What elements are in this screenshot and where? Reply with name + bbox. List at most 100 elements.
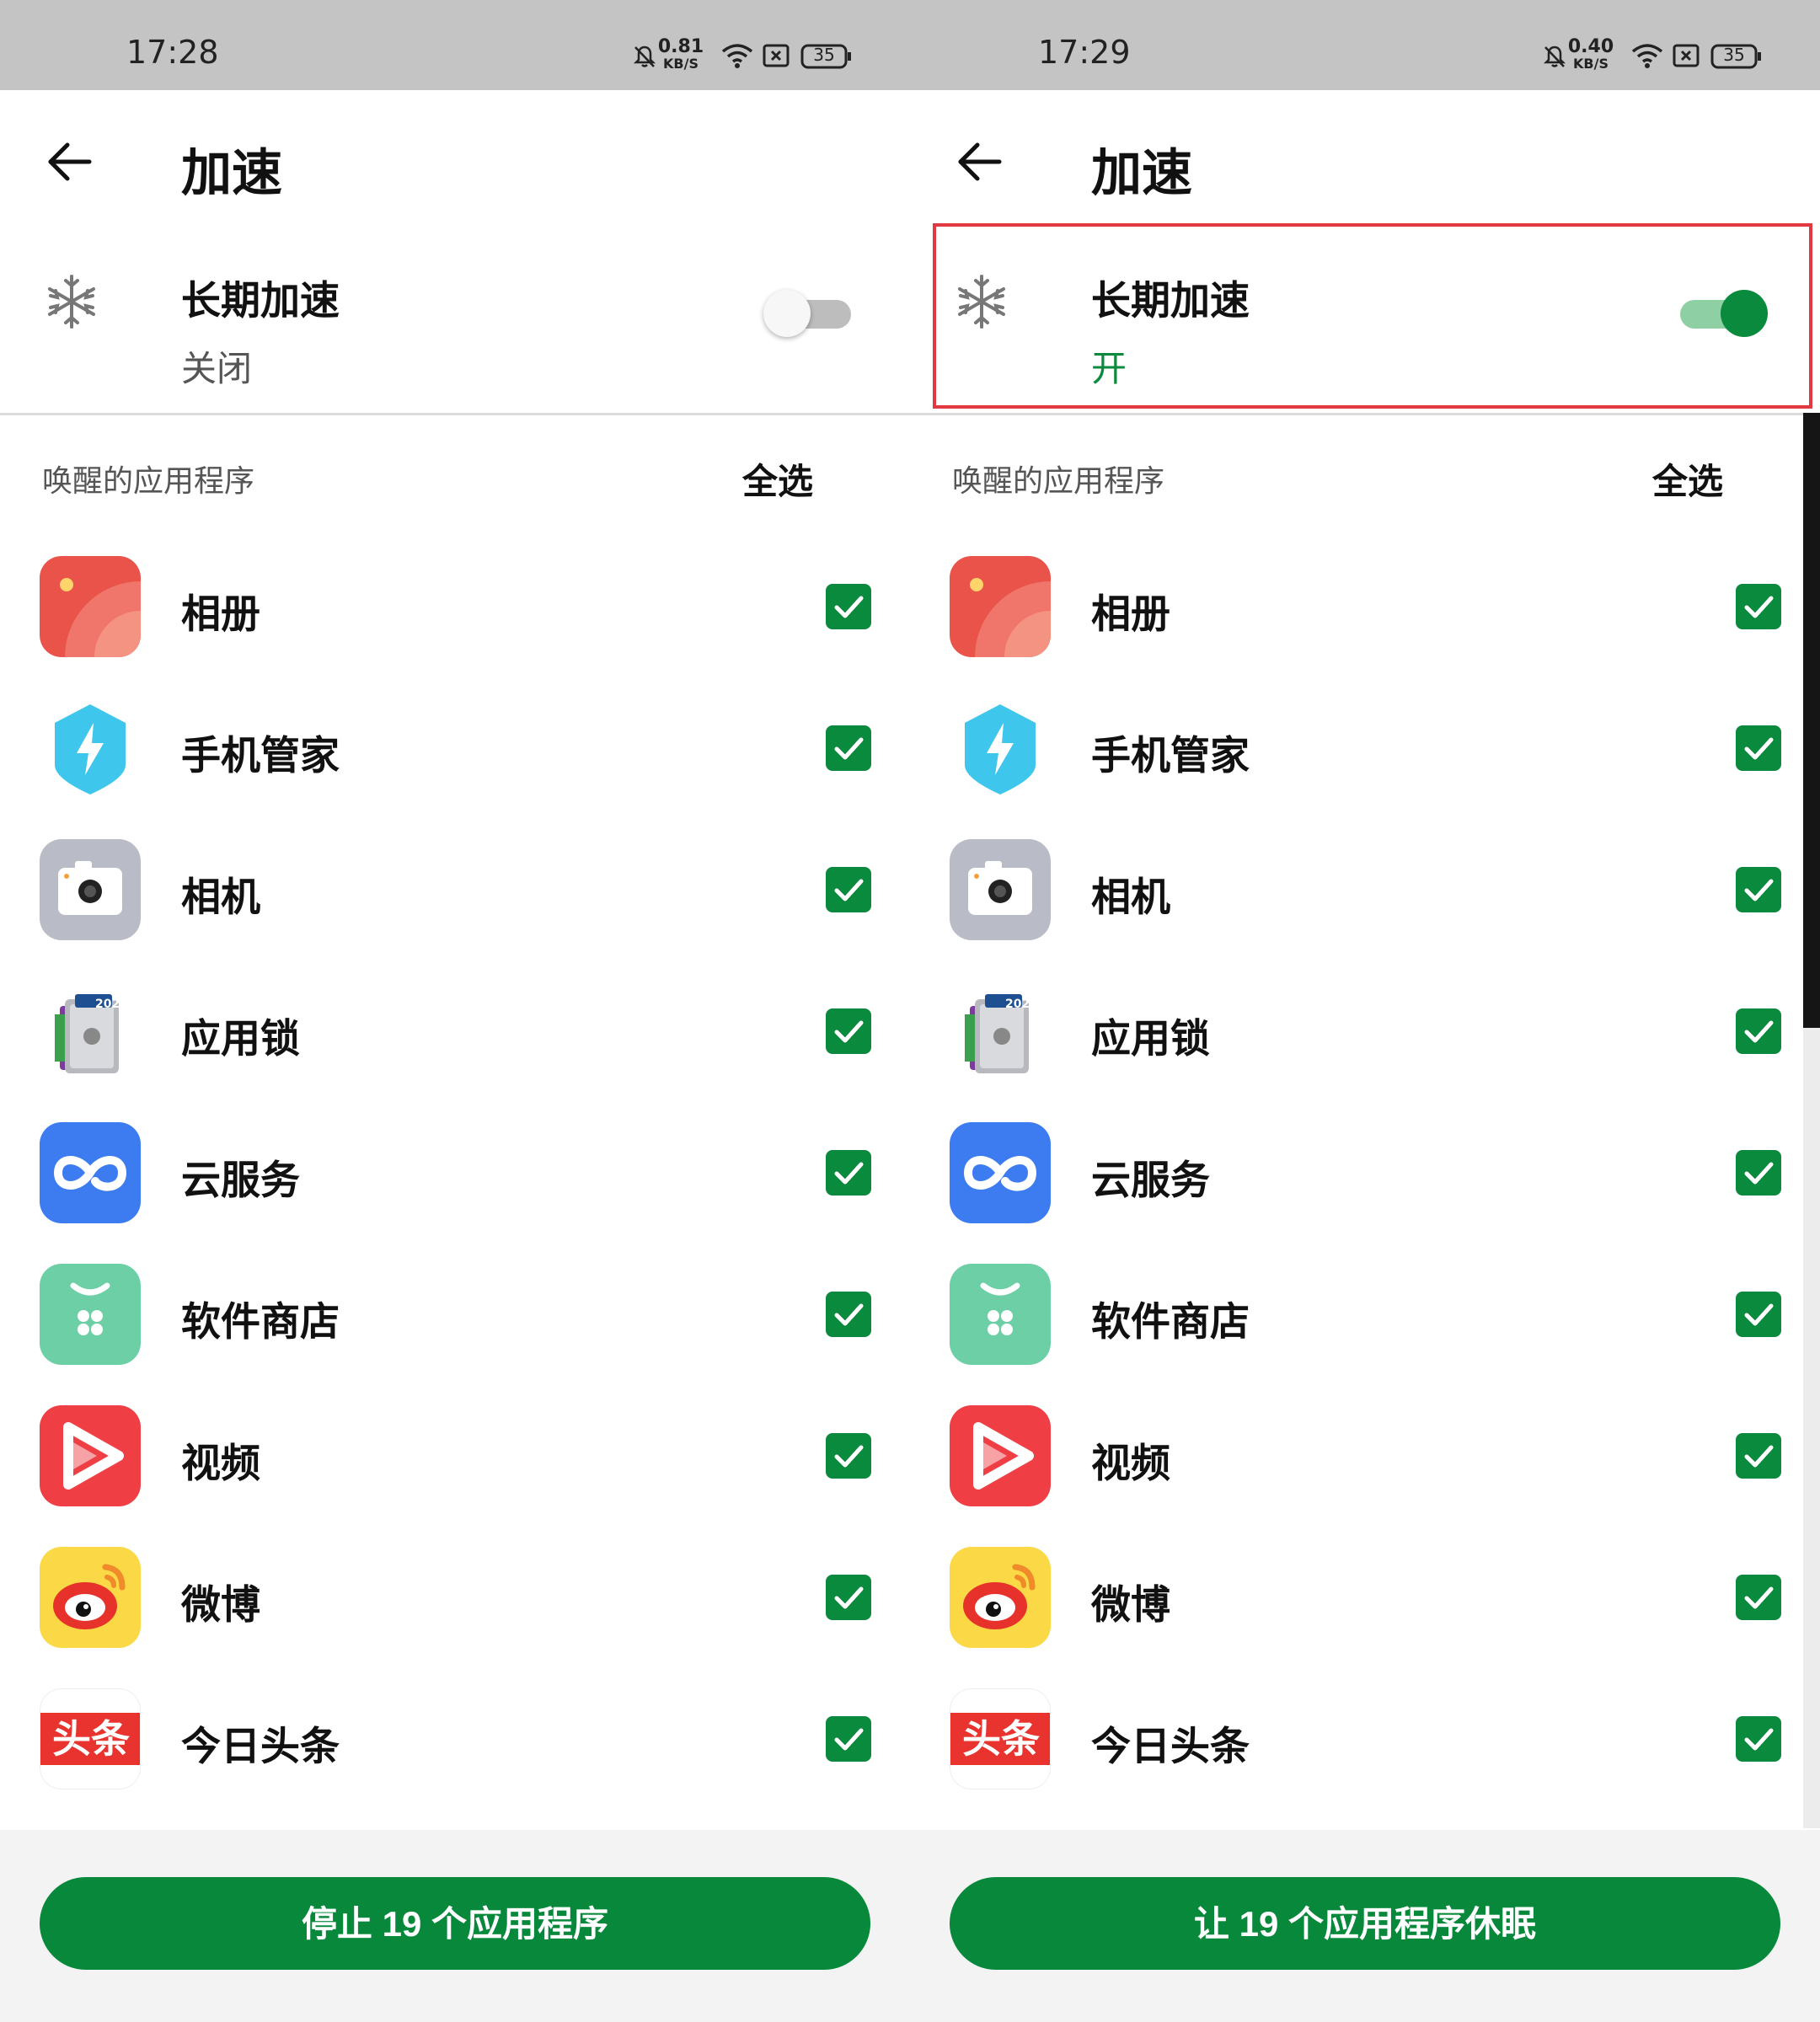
highlight-box [933,223,1812,409]
gallery-icon [40,556,141,657]
network-speed: 0.81 KB/S [657,36,704,72]
scrollbar[interactable] [1803,413,1820,1828]
checkbox-checked-icon[interactable] [826,1008,871,1054]
checkbox-checked-icon[interactable] [1736,584,1781,629]
snowflake-icon [48,275,95,329]
mute-bell-icon [1543,45,1566,67]
checkbox-checked-icon[interactable] [826,1433,871,1479]
select-all-button[interactable]: 全选 [742,453,813,505]
toutiao-icon: 头条 [40,1688,141,1789]
list-item[interactable]: 云服务 [0,1122,910,1264]
screen-after: 17:29 0.40 KB/S 35 加速 长期加速 开 唤醒的应用程序 全选 … [910,0,1820,2022]
camera-icon [40,839,141,940]
weibo-icon [40,1547,141,1648]
video-icon [40,1405,141,1506]
video-icon [950,1405,1051,1506]
phone-manager-icon [950,698,1051,799]
long-term-accel-state: 关闭 [181,348,253,389]
scrollbar-thumb[interactable] [1803,413,1820,1028]
section-label: 唤醒的应用程序 [952,464,1165,499]
divider [910,413,1820,415]
list-item[interactable]: 头条 今日头条 [910,1688,1820,1830]
app-store-icon [40,1264,141,1365]
checkbox-checked-icon[interactable] [1736,1433,1781,1479]
app-name: 微博 [181,1582,260,1629]
checkbox-checked-icon[interactable] [1736,1716,1781,1762]
camera-icon [950,839,1051,940]
checkbox-checked-icon[interactable] [826,1575,871,1620]
list-item[interactable]: 2021 应用锁 [0,981,910,1122]
footer: 停止 19 个应用程序 [0,1830,910,2022]
list-item[interactable]: 微博 [910,1547,1820,1688]
list-item[interactable]: 相册 [0,556,910,698]
app-name: 应用锁 [1091,1016,1210,1062]
app-name: 今日头条 [181,1724,340,1770]
select-all-button[interactable]: 全选 [1652,453,1723,505]
footer: 让 19 个应用程序休眠 [910,1830,1820,2022]
app-name: 云服务 [1091,1158,1210,1204]
checkbox-checked-icon[interactable] [826,1150,871,1196]
long-term-accel-row[interactable]: 长期加速 关闭 [0,226,910,411]
back-arrow-icon[interactable] [44,136,94,187]
mute-bell-icon [633,45,656,67]
list-item[interactable]: 手机管家 [910,698,1820,839]
app-name: 视频 [181,1441,260,1487]
checkbox-checked-icon[interactable] [826,867,871,912]
checkbox-checked-icon[interactable] [1736,1150,1781,1196]
checkbox-checked-icon[interactable] [1736,867,1781,912]
checkbox-checked-icon[interactable] [826,725,871,771]
wifi-icon [1631,44,1663,68]
long-term-accel-switch[interactable] [763,290,851,337]
list-item[interactable]: 微博 [0,1547,910,1688]
app-name: 手机管家 [1091,733,1250,779]
status-time: 17:29 [1038,34,1131,71]
status-bar: 17:28 0.81 KB/S 35 [0,0,910,90]
network-speed: 0.40 KB/S [1567,36,1614,72]
list-item[interactable]: 云服务 [910,1122,1820,1264]
list-item[interactable]: 相机 [0,839,910,981]
app-name: 软件商店 [1091,1299,1250,1345]
checkbox-checked-icon[interactable] [1736,1292,1781,1337]
app-lock-icon [950,981,1051,1082]
app-name: 云服务 [181,1158,300,1204]
app-name: 今日头条 [1091,1724,1250,1770]
checkbox-checked-icon[interactable] [826,584,871,629]
stop-apps-button[interactable]: 停止 19 个应用程序 [40,1877,870,1970]
list-item[interactable]: 软件商店 [0,1264,910,1405]
status-bar: 17:29 0.40 KB/S 35 [910,0,1820,90]
list-item[interactable]: 软件商店 [910,1264,1820,1405]
list-item[interactable]: 手机管家 [0,698,910,839]
toutiao-logo-text: 头条 [40,1713,140,1765]
app-name: 视频 [1091,1441,1170,1487]
hibernate-apps-button[interactable]: 让 19 个应用程序休眠 [950,1877,1780,1970]
back-arrow-icon[interactable] [954,136,1004,187]
checkbox-checked-icon[interactable] [826,1716,871,1762]
app-name: 软件商店 [181,1299,340,1345]
checkbox-checked-icon[interactable] [1736,1575,1781,1620]
screen-before: 17:28 0.81 KB/S 35 加速 长期加速 关闭 唤醒的应用程序 全选… [0,0,910,2022]
long-term-accel-title: 长期加速 [181,278,340,324]
app-lock-badge: 2021 [95,998,128,1011]
app-name: 手机管家 [181,733,340,779]
toutiao-icon: 头条 [950,1688,1051,1789]
checkbox-checked-icon[interactable] [826,1292,871,1337]
list-item[interactable]: 2021 应用锁 [910,981,1820,1122]
list-item[interactable]: 相机 [910,839,1820,981]
list-item[interactable]: 头条 今日头条 [0,1688,910,1830]
list-item[interactable]: 视频 [910,1405,1820,1547]
cloud-service-icon [950,1122,1051,1223]
cloud-service-icon [40,1122,141,1223]
list-item[interactable]: 视频 [0,1405,910,1547]
toutiao-logo-text: 头条 [950,1713,1050,1765]
battery-level: 35 [813,45,835,65]
app-store-icon [950,1264,1051,1365]
awake-apps-header: 唤醒的应用程序 全选 [0,421,910,531]
list-item[interactable]: 相册 [910,556,1820,698]
no-sim-icon [1673,44,1700,67]
app-name: 相机 [1091,875,1170,921]
app-lock-icon [40,981,141,1082]
app-name: 微博 [1091,1582,1170,1629]
app-lock-badge: 2021 [1005,998,1038,1011]
checkbox-checked-icon[interactable] [1736,725,1781,771]
checkbox-checked-icon[interactable] [1736,1008,1781,1054]
